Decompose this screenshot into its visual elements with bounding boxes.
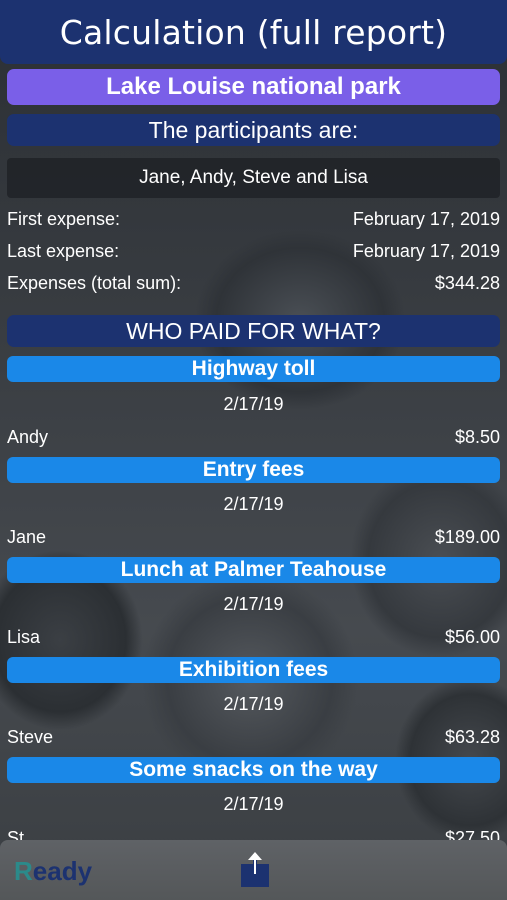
first-expense-row: First expense: February 17, 2019 <box>7 204 500 234</box>
expense-payer-row: Steve $63.28 <box>7 723 500 751</box>
payer-amount: $56.00 <box>444 626 500 647</box>
participants-names: Jane, Andy, Steve and Lisa <box>7 158 500 198</box>
report-content[interactable]: Lake Louise national park The participan… <box>0 64 507 840</box>
participants-heading: The participants are: <box>7 114 500 146</box>
total-sum-value: $344.28 <box>434 272 500 293</box>
total-sum-label: Expenses (total sum): <box>7 272 182 293</box>
total-sum-row: Expenses (total sum): $344.28 <box>7 268 500 298</box>
first-expense-value: February 17, 2019 <box>352 208 500 229</box>
last-expense-value: February 17, 2019 <box>352 240 500 261</box>
payer-amount: $8.50 <box>454 426 500 447</box>
expense-title: Highway toll <box>7 356 500 382</box>
expense-title: Exhibition fees <box>7 657 500 683</box>
expense-date: 2/17/19 <box>223 694 284 714</box>
last-expense-label: Last expense: <box>7 240 120 261</box>
payer-amount: $27.50 <box>444 827 500 841</box>
trip-name-banner: Lake Louise national park <box>7 69 500 105</box>
payer-name: Jane <box>7 526 47 547</box>
expense-payer-row: Andy $8.50 <box>7 423 500 451</box>
header-bar: Calculation (full report) <box>0 0 507 64</box>
last-expense-row: Last expense: February 17, 2019 <box>7 236 500 266</box>
payer-name: Steve <box>7 726 54 747</box>
expense-date: 2/17/19 <box>223 494 284 514</box>
expense-date: 2/17/19 <box>223 394 284 414</box>
first-expense-label: First expense: <box>7 208 121 229</box>
ready-status-rest: eady <box>32 856 93 886</box>
share-icon[interactable] <box>240 852 270 888</box>
expense-title: Entry fees <box>7 457 500 483</box>
expense-payer-row: Jane $189.00 <box>7 523 500 551</box>
expense-date: 2/17/19 <box>223 794 284 814</box>
ready-status: Ready <box>14 856 92 887</box>
expense-title: Some snacks on the way <box>7 757 500 783</box>
payer-name: Andy <box>7 426 49 447</box>
payer-name: Lisa <box>7 626 41 647</box>
payer-amount: $189.00 <box>434 526 500 547</box>
ready-status-first-letter: R <box>14 856 33 886</box>
expense-payer-row: Lisa $56.00 <box>7 623 500 651</box>
who-paid-heading: WHO PAID FOR WHAT? <box>7 315 500 347</box>
bottom-toolbar: Ready <box>0 840 507 900</box>
payer-amount: $63.28 <box>444 726 500 747</box>
expense-title: Lunch at Palmer Teahouse <box>7 557 500 583</box>
expense-date: 2/17/19 <box>223 594 284 614</box>
expense-payer-row: St $27.50 <box>7 824 500 841</box>
payer-name: St <box>7 827 25 841</box>
page-title: Calculation (full report) <box>59 12 448 52</box>
